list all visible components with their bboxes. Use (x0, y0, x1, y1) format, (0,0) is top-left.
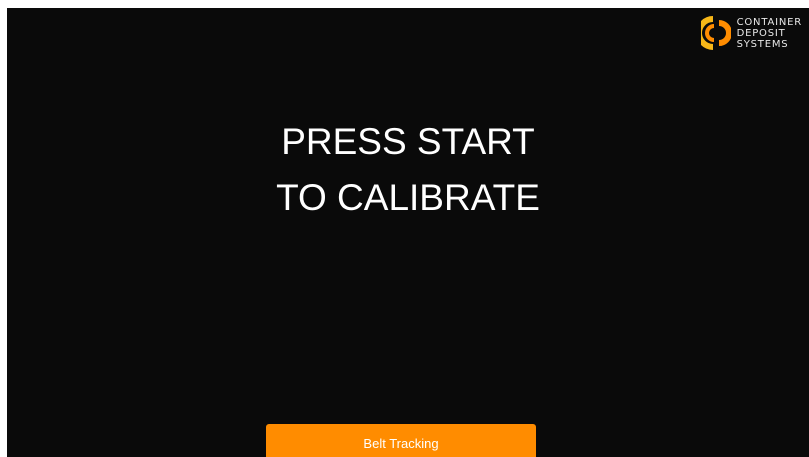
calibration-prompt: PRESS START TO CALIBRATE (7, 114, 809, 226)
logo-text: CONTAINER DEPOSIT SYSTEMS (737, 17, 802, 50)
calibration-screen: CONTAINER DEPOSIT SYSTEMS PRESS START TO… (7, 8, 809, 457)
app-window: CONTAINER DEPOSIT SYSTEMS PRESS START TO… (0, 0, 809, 457)
logo-line-2: DEPOSIT (736, 27, 786, 39)
prompt-line-1: PRESS START (281, 121, 535, 162)
company-logo: CONTAINER DEPOSIT SYSTEMS (700, 16, 802, 50)
logo-line-3: SYSTEMS (736, 38, 789, 50)
belt-tracking-button[interactable]: Belt Tracking (266, 424, 536, 457)
container-deposit-logo-icon (700, 16, 731, 50)
logo-line-1: CONTAINER (736, 16, 802, 28)
prompt-line-2: TO CALIBRATE (276, 177, 540, 218)
